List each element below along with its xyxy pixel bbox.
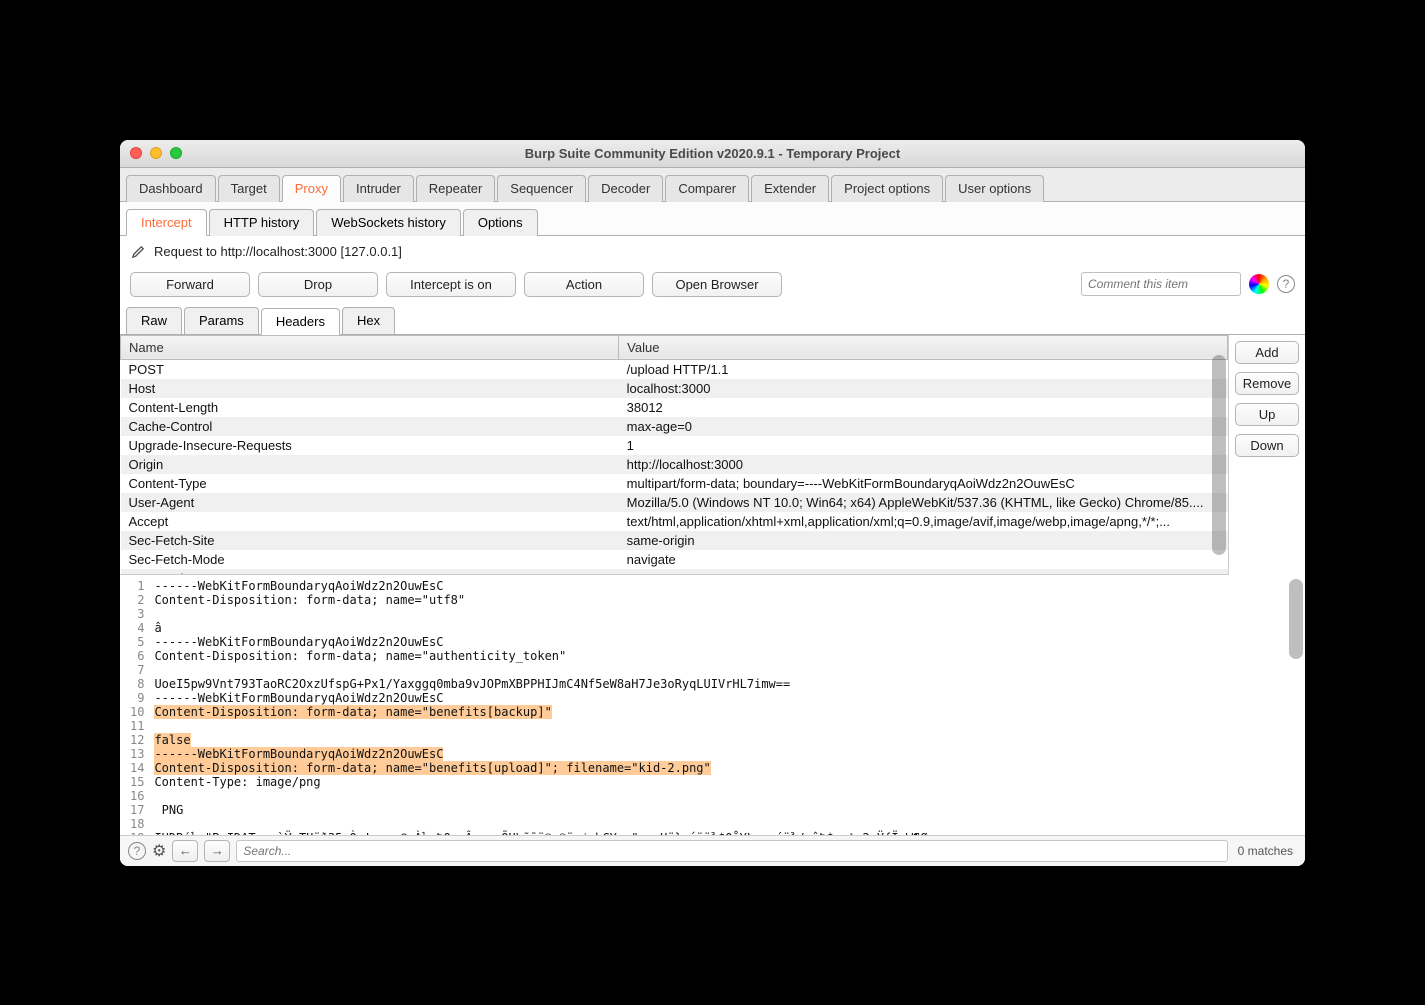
- request-line: Request to http://localhost:3000 [127.0.…: [120, 236, 1305, 268]
- table-row[interactable]: POST/upload HTTP/1.1: [121, 359, 1228, 379]
- table-cell: multipart/form-data; boundary=----WebKit…: [619, 474, 1228, 493]
- help-icon[interactable]: ?: [1277, 275, 1295, 293]
- side-buttons: Add Remove Up Down: [1229, 335, 1305, 575]
- color-wheel-icon[interactable]: [1249, 274, 1269, 294]
- table-cell: Sec-Fetch-Mode: [121, 550, 619, 569]
- close-icon[interactable]: [130, 147, 142, 159]
- table-row[interactable]: Content-Typemultipart/form-data; boundar…: [121, 474, 1228, 493]
- forward-button[interactable]: Forward: [130, 272, 250, 297]
- comment-input[interactable]: [1081, 272, 1241, 296]
- tab-repeater[interactable]: Repeater: [416, 175, 495, 202]
- gear-icon[interactable]: ⚙: [152, 841, 166, 861]
- table-cell: Accept: [121, 512, 619, 531]
- app-window: Burp Suite Community Edition v2020.9.1 -…: [120, 140, 1305, 866]
- tab-decoder[interactable]: Decoder: [588, 175, 663, 202]
- table-cell: /upload HTTP/1.1: [619, 359, 1228, 379]
- table-row[interactable]: Sec-Fetch-Sitesame-origin: [121, 531, 1228, 550]
- viewtab-params[interactable]: Params: [184, 307, 259, 334]
- subtab-websockets-history[interactable]: WebSockets history: [316, 209, 461, 236]
- table-cell: Content-Type: [121, 474, 619, 493]
- tab-proxy[interactable]: Proxy: [282, 175, 341, 202]
- viewtab-hex[interactable]: Hex: [342, 307, 395, 334]
- table-cell: same-origin: [619, 531, 1228, 550]
- table-cell: Host: [121, 379, 619, 398]
- column-header[interactable]: Name: [121, 335, 619, 359]
- search-input[interactable]: [236, 840, 1227, 862]
- table-cell: POST: [121, 359, 619, 379]
- table-cell: Origin: [121, 455, 619, 474]
- table-row[interactable]: User-AgentMozilla/5.0 (Windows NT 10.0; …: [121, 493, 1228, 512]
- tab-sequencer[interactable]: Sequencer: [497, 175, 586, 202]
- table-cell: Cache-Control: [121, 417, 619, 436]
- bottombar: ? ⚙ ← → 0 matches: [120, 835, 1305, 866]
- table-cell: User-Agent: [121, 493, 619, 512]
- scrollbar-thumb[interactable]: [1212, 355, 1226, 555]
- add-button[interactable]: Add: [1235, 341, 1299, 364]
- table-row[interactable]: Cache-Controlmax-age=0: [121, 417, 1228, 436]
- remove-button[interactable]: Remove: [1235, 372, 1299, 395]
- raw-pane[interactable]: 1 2 3 4 5 6 7 8 9 10 11 12 13 14 15 16 1…: [120, 575, 1305, 835]
- table-row[interactable]: Sec-Fetch-Modenavigate: [121, 550, 1228, 569]
- table-row[interactable]: Hostlocalhost:3000: [121, 379, 1228, 398]
- tab-project-options[interactable]: Project options: [831, 175, 943, 202]
- help-icon[interactable]: ?: [128, 842, 146, 860]
- subtab-intercept[interactable]: Intercept: [126, 209, 207, 236]
- zoom-icon[interactable]: [170, 147, 182, 159]
- action-row: Forward Drop Intercept is on Action Open…: [120, 268, 1305, 307]
- prev-button[interactable]: ←: [172, 840, 198, 862]
- drop-button[interactable]: Drop: [258, 272, 378, 297]
- match-count: 0 matches: [1234, 844, 1297, 858]
- request-text: Request to http://localhost:3000 [127.0.…: [154, 244, 402, 259]
- minimize-icon[interactable]: [150, 147, 162, 159]
- table-cell: localhost:3000: [619, 379, 1228, 398]
- view-tabs: RawParamsHeadersHex: [120, 307, 1305, 335]
- titlebar: Burp Suite Community Edition v2020.9.1 -…: [120, 140, 1305, 168]
- table-row[interactable]: Accepttext/html,application/xhtml+xml,ap…: [121, 512, 1228, 531]
- headers-table[interactable]: NameValue POST/upload HTTP/1.1Hostlocalh…: [120, 335, 1228, 575]
- table-cell: Mozilla/5.0 (Windows NT 10.0; Win64; x64…: [619, 493, 1228, 512]
- edit-icon[interactable]: [130, 244, 146, 260]
- table-row[interactable]: Content-Length38012: [121, 398, 1228, 417]
- main-tabs: DashboardTargetProxyIntruderRepeaterSequ…: [120, 168, 1305, 202]
- table-cell: navigate: [619, 550, 1228, 569]
- subtab-options[interactable]: Options: [463, 209, 538, 236]
- table-cell: 38012: [619, 398, 1228, 417]
- table-cell: http://localhost:3000: [619, 455, 1228, 474]
- column-header[interactable]: Value: [619, 335, 1228, 359]
- table-row[interactable]: Originhttp://localhost:3000: [121, 455, 1228, 474]
- headers-pane: NameValue POST/upload HTTP/1.1Hostlocalh…: [120, 335, 1305, 575]
- sub-tabs: InterceptHTTP historyWebSockets historyO…: [120, 202, 1305, 236]
- scrollbar-thumb[interactable]: [1289, 579, 1303, 659]
- table-cell: 1: [619, 436, 1228, 455]
- table-cell: Upgrade-Insecure-Requests: [121, 436, 619, 455]
- up-button[interactable]: Up: [1235, 403, 1299, 426]
- down-button[interactable]: Down: [1235, 434, 1299, 457]
- table-cell: Content-Length: [121, 398, 619, 417]
- table-cell: Sec-Fetch-Site: [121, 531, 619, 550]
- open-browser-button[interactable]: Open Browser: [652, 272, 782, 297]
- intercept-toggle[interactable]: Intercept is on: [386, 272, 516, 297]
- viewtab-raw[interactable]: Raw: [126, 307, 182, 334]
- subtab-http-history[interactable]: HTTP history: [209, 209, 315, 236]
- tab-target[interactable]: Target: [218, 175, 280, 202]
- tab-extender[interactable]: Extender: [751, 175, 829, 202]
- table-cell: max-age=0: [619, 417, 1228, 436]
- tab-user-options[interactable]: User options: [945, 175, 1044, 202]
- tab-intruder[interactable]: Intruder: [343, 175, 414, 202]
- next-button[interactable]: →: [204, 840, 230, 862]
- tab-comparer[interactable]: Comparer: [665, 175, 749, 202]
- tab-dashboard[interactable]: Dashboard: [126, 175, 216, 202]
- table-cell: text/html,application/xhtml+xml,applicat…: [619, 512, 1228, 531]
- action-button[interactable]: Action: [524, 272, 644, 297]
- traffic-lights: [130, 147, 182, 159]
- viewtab-headers[interactable]: Headers: [261, 308, 340, 335]
- window-title: Burp Suite Community Edition v2020.9.1 -…: [120, 146, 1305, 161]
- table-row[interactable]: Upgrade-Insecure-Requests1: [121, 436, 1228, 455]
